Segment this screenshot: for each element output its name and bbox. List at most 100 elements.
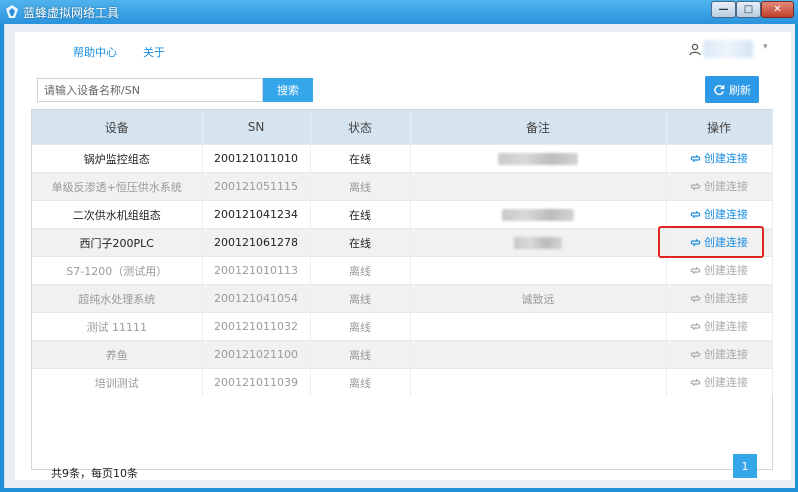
create-connection-label: 创建连接: [704, 152, 748, 166]
create-connection-link[interactable]: 创建连接: [690, 374, 748, 390]
create-connection-link[interactable]: 创建连接: [690, 318, 748, 334]
cell-action: 创建连接: [666, 340, 773, 369]
create-connection-label: 创建连接: [704, 180, 748, 194]
cell-note: [410, 368, 667, 396]
page-button-current[interactable]: 1: [733, 454, 757, 478]
column-header-action: 操作: [666, 110, 773, 145]
cell-device: 养鱼: [32, 340, 203, 369]
table-row: 二次供水机组组态 200121041234 在线 创建连接: [32, 200, 773, 229]
create-connection-label: 创建连接: [704, 264, 748, 278]
cell-note: [410, 200, 667, 229]
cell-note: [410, 144, 667, 173]
window-title: 蓝蜂虚拟网络工具: [23, 6, 120, 20]
pagination-summary: 共9条，每页10条: [51, 467, 138, 480]
minimize-button[interactable]: —: [711, 1, 736, 18]
user-icon[interactable]: [689, 43, 701, 56]
search-button[interactable]: 搜索: [263, 78, 313, 102]
cell-status: 离线: [310, 312, 411, 341]
create-connection-link[interactable]: 创建连接: [690, 290, 748, 306]
table-row: S7-1200（测试用） 200121010113 离线 创建连接: [32, 256, 773, 285]
cell-note: 诚致远: [410, 284, 667, 313]
connect-icon: [690, 266, 701, 274]
cell-action: 创建连接: [666, 256, 773, 285]
column-header-status: 状态: [310, 110, 411, 145]
top-nav: 帮助中心 关于 ▾: [15, 32, 791, 69]
cell-device: 单级反渗透+恒压供水系统: [32, 172, 203, 201]
cell-note: [410, 312, 667, 341]
nav-about[interactable]: 关于: [143, 44, 165, 60]
cell-sn: 200121061278: [202, 228, 311, 257]
search-input[interactable]: [37, 78, 263, 102]
cell-status: 在线: [310, 144, 411, 173]
cell-action: 创建连接: [666, 368, 773, 396]
table-row: 培训测试 200121011039 离线 创建连接: [32, 368, 773, 396]
create-connection-label: 创建连接: [704, 376, 748, 390]
table-row: 锅炉监控组态 200121011010 在线 创建连接: [32, 144, 773, 173]
cell-action: 创建连接: [666, 284, 773, 313]
note-redacted: [514, 237, 562, 249]
connect-icon: [690, 350, 701, 358]
cell-device: 超纯水处理系统: [32, 284, 203, 313]
user-menu-caret-icon[interactable]: ▾: [763, 42, 768, 52]
table-row: 单级反渗透+恒压供水系统 200121051115 离线 创建连接: [32, 172, 773, 201]
note-redacted: [498, 153, 578, 165]
create-connection-link[interactable]: 创建连接: [690, 206, 748, 222]
main-content: 搜索 刷新 设备 SN 状态 备注 操作: [15, 68, 791, 480]
cell-status: 在线: [310, 200, 411, 229]
highlight-annotation: [658, 226, 764, 258]
cell-status: 离线: [310, 172, 411, 201]
create-connection-label: 创建连接: [704, 348, 748, 362]
user-name-redacted[interactable]: [703, 40, 753, 58]
maximize-button[interactable]: □: [736, 1, 761, 18]
cell-device: 二次供水机组组态: [32, 200, 203, 229]
connect-icon: [690, 322, 701, 330]
cell-note: [410, 340, 667, 369]
cell-action: 创建连接: [666, 312, 773, 341]
app-logo-icon: [6, 5, 18, 18]
table-row: 超纯水处理系统 200121041054 离线 诚致远 创建连接: [32, 284, 773, 313]
cell-device: 测试 11111: [32, 312, 203, 341]
create-connection-label: 创建连接: [704, 320, 748, 334]
cell-device: 培训测试: [32, 368, 203, 396]
cell-sn: 200121010113: [202, 256, 311, 285]
refresh-button[interactable]: 刷新: [705, 76, 759, 103]
cell-action: 创建连接: [666, 200, 773, 229]
close-button[interactable]: ✕: [761, 1, 794, 18]
create-connection-label: 创建连接: [704, 292, 748, 306]
create-connection-label: 创建连接: [704, 208, 748, 222]
create-connection-link[interactable]: 创建连接: [690, 346, 748, 362]
cell-status: 离线: [310, 256, 411, 285]
column-header-note: 备注: [410, 110, 667, 145]
device-table: 设备 SN 状态 备注 操作 锅炉监控组态 200121011010 在线 创建连接…: [31, 109, 773, 470]
cell-sn: 200121011039: [202, 368, 311, 396]
cell-device: 西门子200PLC: [32, 228, 203, 257]
create-connection-link[interactable]: 创建连接: [690, 262, 748, 278]
cell-device: S7-1200（测试用）: [32, 256, 203, 285]
connect-icon: [690, 154, 701, 162]
cell-status: 离线: [310, 284, 411, 313]
cell-sn: 200121051115: [202, 172, 311, 201]
title-bar: 蓝蜂虚拟网络工具 — □ ✕: [0, 0, 798, 24]
connect-icon: [690, 294, 701, 302]
nav-help-center[interactable]: 帮助中心: [73, 44, 117, 60]
column-header-sn: SN: [202, 110, 311, 145]
cell-note: [410, 172, 667, 201]
cell-action: 创建连接: [666, 172, 773, 201]
cell-status: 在线: [310, 228, 411, 257]
cell-note: [410, 256, 667, 285]
refresh-label: 刷新: [729, 83, 751, 97]
table-row: 测试 11111 200121011032 离线 创建连接: [32, 312, 773, 341]
cell-sn: 200121011010: [202, 144, 311, 173]
cell-sn: 200121011032: [202, 312, 311, 341]
refresh-icon: [714, 84, 725, 95]
column-header-device: 设备: [32, 110, 203, 145]
connect-icon: [690, 182, 701, 190]
create-connection-link[interactable]: 创建连接: [690, 150, 748, 166]
cell-device: 锅炉监控组态: [32, 144, 203, 173]
create-connection-link[interactable]: 创建连接: [690, 178, 748, 194]
cell-action: 创建连接: [666, 144, 773, 173]
cell-sn: 200121041234: [202, 200, 311, 229]
table-row: 养鱼 200121021100 离线 创建连接: [32, 340, 773, 369]
cell-status: 离线: [310, 340, 411, 369]
cell-status: 离线: [310, 368, 411, 396]
